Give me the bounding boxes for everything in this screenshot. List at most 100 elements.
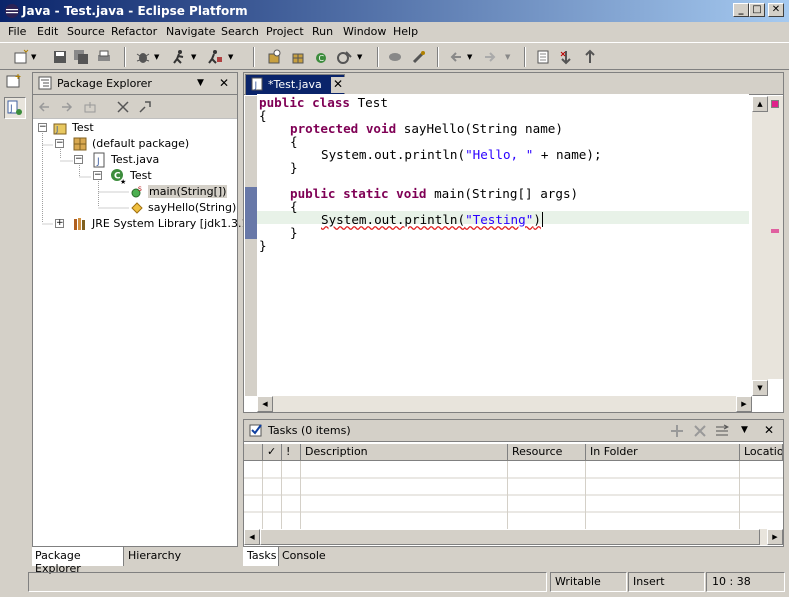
filter-icon[interactable] xyxy=(715,424,729,438)
show-source-icon[interactable] xyxy=(535,49,551,65)
scroll-left-icon[interactable]: ◀ xyxy=(257,396,273,412)
tree-item-label: main(String[]) xyxy=(148,185,228,198)
java-file-icon: J xyxy=(251,77,263,91)
new-class-icon[interactable]: C xyxy=(313,49,329,65)
new-task-icon[interactable] xyxy=(670,424,684,438)
delete-task-icon[interactable] xyxy=(693,424,707,438)
editor-tab-test-java[interactable]: J *Test.java ✕ xyxy=(245,74,345,95)
collapse-all-icon[interactable] xyxy=(116,100,130,114)
search-icon[interactable] xyxy=(411,49,427,65)
scroll-right-icon[interactable]: ▶ xyxy=(767,529,783,545)
forward-arrow-icon[interactable] xyxy=(482,49,498,65)
tasks-titlebar: Tasks (0 items) ▼ ✕ xyxy=(244,420,783,442)
tree-item-label: Test xyxy=(130,169,152,182)
debug-icon[interactable] xyxy=(135,49,151,65)
forward-arrow-icon[interactable] xyxy=(60,100,74,114)
menu-source[interactable]: Source xyxy=(67,25,105,38)
scroll-thumb[interactable] xyxy=(260,529,760,545)
menu-window[interactable]: Window xyxy=(343,25,386,38)
previous-problem-icon[interactable] xyxy=(582,49,598,65)
open-perspective-icon[interactable] xyxy=(6,73,22,89)
package-icon xyxy=(73,137,87,151)
tasks-horizontal-scrollbar[interactable]: ◀ ▶ xyxy=(244,529,783,545)
save-all-icon[interactable] xyxy=(73,49,89,65)
java-perspective-icon: J xyxy=(7,100,22,115)
library-icon xyxy=(74,218,85,230)
scroll-left-icon[interactable]: ◀ xyxy=(244,529,260,545)
chevron-down-icon[interactable]: ▼ xyxy=(505,53,510,61)
close-view-icon[interactable]: ✕ xyxy=(764,423,774,437)
menu-edit[interactable]: Edit xyxy=(37,25,58,38)
link-with-editor-icon[interactable] xyxy=(138,100,152,114)
column-header-priority[interactable]: ! xyxy=(282,444,301,461)
error-line-marker[interactable] xyxy=(771,229,779,233)
collapse-toggle-icon[interactable]: − xyxy=(74,155,83,164)
back-arrow-icon[interactable] xyxy=(448,49,464,65)
close-view-icon[interactable]: ✕ xyxy=(219,76,229,90)
close-button[interactable]: ✕ xyxy=(768,3,784,17)
column-header-resource[interactable]: Resource xyxy=(508,444,586,461)
open-type-icon[interactable] xyxy=(387,49,403,65)
tasks-table-grid xyxy=(244,461,783,529)
run-external-icon[interactable] xyxy=(207,49,223,65)
column-header-location[interactable]: Locatio xyxy=(740,444,783,461)
scroll-right-icon[interactable]: ▶ xyxy=(736,396,752,412)
collapse-toggle-icon[interactable]: − xyxy=(93,171,102,180)
svg-text:S: S xyxy=(138,186,142,193)
status-insert-mode: Insert xyxy=(628,572,705,592)
minimize-button[interactable]: _ xyxy=(733,3,749,17)
menu-project[interactable]: Project xyxy=(266,25,304,38)
new-wizard-icon[interactable] xyxy=(13,49,29,65)
title-bar: Java - Test.java - Eclipse Platform _ □ … xyxy=(0,0,789,22)
expand-toggle-icon[interactable]: + xyxy=(55,219,64,228)
chevron-down-icon[interactable]: ▼ xyxy=(31,53,36,61)
back-arrow-icon[interactable] xyxy=(37,100,51,114)
menu-navigate[interactable]: Navigate xyxy=(166,25,215,38)
java-perspective-button[interactable]: J xyxy=(4,97,26,119)
new-package-icon[interactable] xyxy=(290,49,306,65)
tab-tasks[interactable]: Tasks xyxy=(243,547,279,566)
up-icon[interactable] xyxy=(83,100,97,114)
eclipse-icon xyxy=(5,4,19,18)
column-header-description[interactable]: Description xyxy=(301,444,508,461)
new-scrapbook-icon[interactable] xyxy=(336,49,352,65)
maximize-button[interactable]: □ xyxy=(749,3,765,17)
chevron-down-icon[interactable]: ▼ xyxy=(357,53,362,61)
collapse-toggle-icon[interactable]: − xyxy=(55,139,64,148)
status-cursor-position: 10 : 38 xyxy=(706,572,785,592)
menu-help[interactable]: Help xyxy=(393,25,418,38)
code-editor[interactable]: public class Test { protected void sayHe… xyxy=(257,94,749,394)
chevron-down-icon[interactable]: ▼ xyxy=(191,53,196,61)
chevron-down-icon[interactable]: ▼ xyxy=(228,53,233,61)
view-menu-icon[interactable]: ▼ xyxy=(741,425,748,435)
close-tab-icon[interactable]: ✕ xyxy=(331,77,345,93)
svg-text:J: J xyxy=(254,81,258,91)
chevron-down-icon[interactable]: ▼ xyxy=(154,53,159,61)
text-cursor xyxy=(541,212,543,227)
range-indicator xyxy=(245,187,257,239)
print-icon[interactable] xyxy=(96,49,112,65)
run-icon[interactable] xyxy=(171,49,187,65)
package-explorer-tabs: Package Explorer Hierarchy xyxy=(32,546,238,575)
column-header-in-folder[interactable]: In Folder xyxy=(586,444,740,461)
scroll-up-icon[interactable]: ▲ xyxy=(752,96,768,112)
menu-file[interactable]: File xyxy=(8,25,26,38)
column-header-blank[interactable] xyxy=(244,444,263,461)
next-problem-icon[interactable] xyxy=(558,49,574,65)
collapse-toggle-icon[interactable]: − xyxy=(38,123,47,132)
new-java-project-icon[interactable] xyxy=(266,49,282,65)
editor-vertical-scrollbar[interactable]: ▲ ▼ xyxy=(752,96,768,396)
column-header-completed[interactable]: ✓ xyxy=(263,444,282,461)
menu-refactor[interactable]: Refactor xyxy=(111,25,157,38)
view-menu-icon[interactable]: ▼ xyxy=(197,78,204,88)
tab-hierarchy[interactable]: Hierarchy xyxy=(128,549,181,562)
scroll-down-icon[interactable]: ▼ xyxy=(752,380,768,396)
menu-run[interactable]: Run xyxy=(312,25,333,38)
tab-console[interactable]: Console xyxy=(282,549,326,562)
save-icon[interactable] xyxy=(52,49,68,65)
editor-horizontal-scrollbar[interactable]: ◀ ▶ xyxy=(257,396,752,412)
menu-search[interactable]: Search xyxy=(221,25,259,38)
error-overview-marker[interactable] xyxy=(771,100,779,108)
chevron-down-icon[interactable]: ▼ xyxy=(467,53,472,61)
tab-package-explorer[interactable]: Package Explorer xyxy=(32,547,124,575)
